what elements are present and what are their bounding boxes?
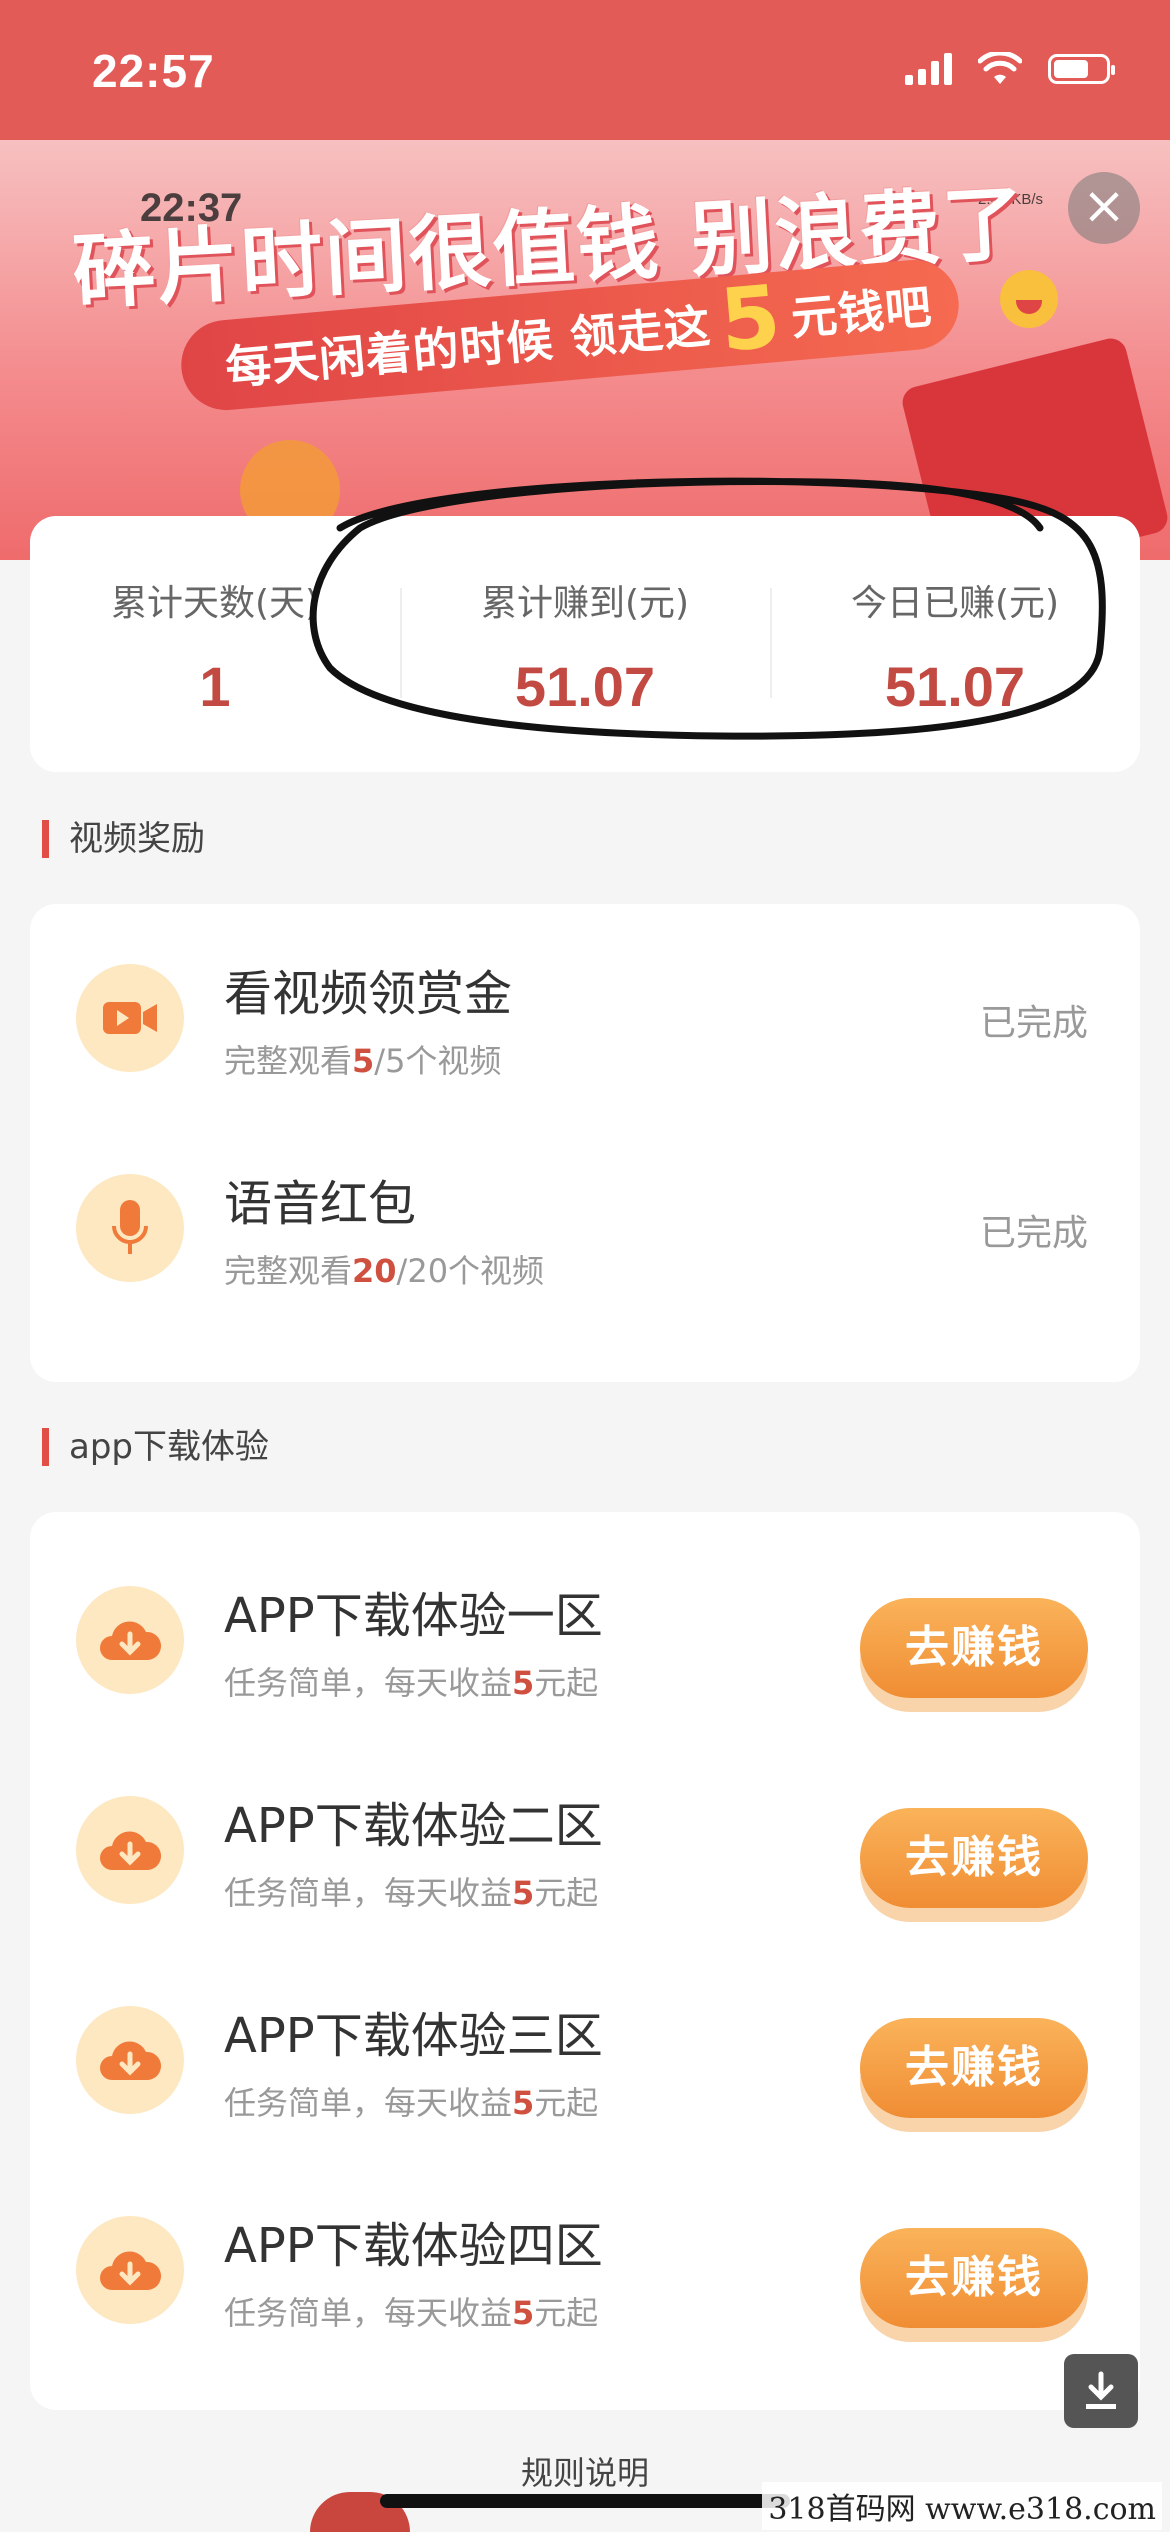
close-button[interactable]: × xyxy=(1068,172,1140,244)
task-subtitle-suffix: 元起 xyxy=(534,2084,599,2122)
task-row-video[interactable]: 看视频领赏金 完整观看5/5个视频 已完成 xyxy=(30,924,1140,1124)
smiley-icon xyxy=(1000,270,1058,328)
stat-label: 累计天数(天) xyxy=(110,583,320,624)
video-tasks-card: 看视频领赏金 完整观看5/5个视频 已完成 语音红包 完整观看20/20个视频 … xyxy=(30,904,1140,1382)
task-subtitle-suffix: 元起 xyxy=(534,1874,599,1912)
app-task-icon-wrap xyxy=(76,2006,184,2114)
wifi-icon xyxy=(978,52,1022,84)
task-status: 已完成 xyxy=(979,1213,1088,1254)
video-task-icon-wrap xyxy=(76,964,184,1072)
task-status: 已完成 xyxy=(979,1003,1088,1044)
banner-pill-amount: 5 xyxy=(716,266,786,372)
section-title-app: app下载体验 xyxy=(42,1428,269,1466)
task-title: APP下载体验三区 xyxy=(224,2008,603,2064)
go-earn-button[interactable]: 去赚钱 xyxy=(860,2228,1088,2328)
task-subtitle-prefix: 任务简单，每天收益 xyxy=(224,2084,513,2122)
task-subtitle-suffix: /20个视频 xyxy=(396,1252,545,1290)
app-task-icon-wrap xyxy=(76,2216,184,2324)
cloud-download-icon xyxy=(100,2251,162,2290)
task-reward-amount: 5 xyxy=(512,1664,535,1702)
stat-total-days: 累计天数(天) 1 xyxy=(30,516,400,772)
video-camera-icon xyxy=(103,1002,157,1034)
task-reward-amount: 5 xyxy=(512,1874,535,1912)
task-row-app-4: APP下载体验四区 任务简单，每天收益5元起 去赚钱 xyxy=(30,2176,1140,2376)
task-subtitle: 任务简单，每天收益5元起 xyxy=(224,2288,598,2334)
cloud-download-icon xyxy=(100,2041,162,2080)
task-subtitle: 任务简单，每天收益5元起 xyxy=(224,2078,598,2124)
task-subtitle-prefix: 任务简单，每天收益 xyxy=(224,1874,513,1912)
task-subtitle-prefix: 完整观看 xyxy=(224,1252,353,1290)
download-button[interactable] xyxy=(1064,2354,1138,2428)
task-subtitle: 完整观看5/5个视频 xyxy=(224,1036,501,1082)
task-row-voice[interactable]: 语音红包 完整观看20/20个视频 已完成 xyxy=(30,1134,1140,1334)
promo-banner: 22:37 2.40 KB/s 碎片时间很值钱 别浪费了 每天闲着的时候 领走这… xyxy=(0,140,1170,560)
cellular-signal-icon xyxy=(905,53,952,85)
task-subtitle-suffix: /5个视频 xyxy=(374,1042,502,1080)
stat-today-earned: 今日已赚(元) 51.07 xyxy=(770,516,1140,772)
task-reward-amount: 5 xyxy=(512,2084,535,2122)
stat-label: 累计赚到(元) xyxy=(480,583,690,624)
app-task-icon-wrap xyxy=(76,1586,184,1694)
app-task-icon-wrap xyxy=(76,1796,184,1904)
task-title: 语音红包 xyxy=(224,1176,417,1232)
status-icons xyxy=(905,52,1115,86)
go-earn-button[interactable]: 去赚钱 xyxy=(860,2018,1088,2118)
task-title: APP下载体验一区 xyxy=(224,1588,603,1644)
task-row-app-2: APP下载体验二区 任务简单，每天收益5元起 去赚钱 xyxy=(30,1756,1140,1956)
status-bar: 22:57 xyxy=(0,0,1170,140)
task-title: 看视频领赏金 xyxy=(224,966,513,1022)
stat-value: 51.07 xyxy=(514,655,656,718)
battery-icon xyxy=(1048,54,1115,84)
close-icon: × xyxy=(1082,176,1126,236)
task-row-app-1: APP下载体验一区 任务简单，每天收益5元起 去赚钱 xyxy=(30,1546,1140,1746)
task-reward-amount: 5 xyxy=(512,2294,535,2332)
download-icon xyxy=(1086,2371,1116,2409)
watermark-text: 318首码网 www.e318.com xyxy=(762,2482,1162,2530)
home-indicator[interactable] xyxy=(380,2494,790,2508)
task-subtitle: 任务简单，每天收益5元起 xyxy=(224,1868,598,1914)
stat-value: 1 xyxy=(199,655,231,718)
stat-label: 今日已赚(元) xyxy=(850,583,1060,624)
stat-total-earned: 累计赚到(元) 51.07 xyxy=(400,516,770,772)
task-row-app-3: APP下载体验三区 任务简单，每天收益5元起 去赚钱 xyxy=(30,1966,1140,2166)
app-tasks-card: APP下载体验一区 任务简单，每天收益5元起 去赚钱 APP下载体验二区 任务简… xyxy=(30,1512,1140,2410)
task-subtitle-suffix: 元起 xyxy=(534,2294,599,2332)
cloud-download-icon xyxy=(100,1831,162,1870)
task-title: APP下载体验四区 xyxy=(224,2218,603,2274)
task-subtitle-suffix: 元起 xyxy=(534,1664,599,1702)
status-time: 22:57 xyxy=(92,45,215,97)
task-subtitle: 任务简单，每天收益5元起 xyxy=(224,1658,598,1704)
earnings-stats-card: 累计天数(天) 1 累计赚到(元) 51.07 今日已赚(元) 51.07 xyxy=(30,516,1140,772)
task-subtitle-prefix: 任务简单，每天收益 xyxy=(224,1664,513,1702)
task-progress-count: 20 xyxy=(352,1252,397,1290)
cloud-download-icon xyxy=(100,1621,162,1660)
task-title: APP下载体验二区 xyxy=(224,1798,603,1854)
task-subtitle-prefix: 完整观看 xyxy=(224,1042,353,1080)
section-title-video: 视频奖励 xyxy=(42,820,205,858)
go-earn-button[interactable]: 去赚钱 xyxy=(860,1598,1088,1698)
voice-task-icon-wrap xyxy=(76,1174,184,1282)
task-subtitle-prefix: 任务简单，每天收益 xyxy=(224,2294,513,2332)
task-progress-count: 5 xyxy=(352,1042,375,1080)
banner-pill-suffix: 元钱吧 xyxy=(788,279,935,346)
stat-value: 51.07 xyxy=(884,655,1026,718)
go-earn-button[interactable]: 去赚钱 xyxy=(860,1808,1088,1908)
task-subtitle: 完整观看20/20个视频 xyxy=(224,1246,544,1292)
microphone-icon xyxy=(112,1200,148,1254)
